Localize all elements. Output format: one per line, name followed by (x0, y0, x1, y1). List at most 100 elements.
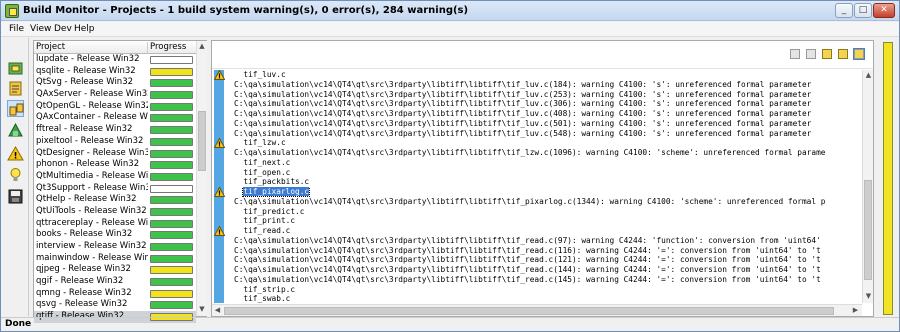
list-item[interactable]: qjpeg - Release Win32 (34, 264, 196, 276)
warning-markers: !!!! (212, 70, 226, 303)
list-item[interactable]: Qt3Support - Release Win32 (34, 183, 196, 195)
list-item[interactable]: qttracereplay - Release Win32 (34, 218, 196, 230)
log-scroll-right[interactable]: ▶ (851, 306, 860, 315)
log-line[interactable]: C:\qa\simulation\vc14\QT4\qt\src\3rdpart… (234, 246, 862, 256)
project-name: qsvg - Release Win32 (36, 299, 128, 310)
list-item[interactable]: qsqlite - Release Win32 (34, 66, 196, 78)
log-line[interactable]: tif_luv.c (234, 70, 862, 80)
filter-selected-icon[interactable] (853, 48, 865, 60)
projects-icon[interactable] (7, 100, 24, 117)
filter-yellow-icon[interactable] (822, 49, 832, 59)
scroll-thumb[interactable] (198, 111, 206, 171)
list-item[interactable]: QAxContainer - Release Win32 (34, 112, 196, 124)
log-hscroll-thumb[interactable] (224, 307, 834, 315)
minimize-button[interactable]: _ (835, 3, 853, 18)
log-line[interactable]: tif_open.c (234, 168, 862, 178)
list-item[interactable]: QtHelp - Release Win32 (34, 194, 196, 206)
svg-text:!: ! (13, 152, 17, 162)
list-item[interactable]: QtDesigner - Release Win32 (34, 148, 196, 160)
log-line[interactable]: tif_packbits.c (234, 177, 862, 187)
log-line[interactable]: tif_predict.c (234, 207, 862, 217)
menu-dev[interactable]: Dev (54, 24, 72, 34)
log-line[interactable]: C:\qa\simulation\vc14\QT4\qt\src\3rdpart… (234, 236, 862, 246)
report-icon[interactable] (7, 80, 24, 97)
warning-icon: ! (214, 70, 225, 80)
svg-text:!: ! (218, 141, 221, 148)
list-item[interactable]: QtOpenGL - Release Win32 (34, 101, 196, 113)
scroll-down-arrow[interactable]: ▼ (198, 305, 206, 314)
log-line[interactable]: tif_next.c (234, 158, 862, 168)
list-item[interactable]: pixeltool - Release Win32 (34, 136, 196, 148)
log-line[interactable]: C:\qa\simulation\vc14\QT4\qt\src\3rdpart… (234, 90, 862, 100)
list-item[interactable]: books - Release Win32 (34, 229, 196, 241)
header-progress[interactable]: Progress (150, 42, 186, 52)
log-scroll-left[interactable]: ◀ (213, 306, 222, 315)
build-icon[interactable] (7, 60, 24, 77)
list-item[interactable]: QtMultimedia - Release Win32 (34, 171, 196, 183)
output-vscrollbar[interactable]: ▲ ▼ (862, 70, 873, 303)
list-item[interactable]: phonon - Release Win32 (34, 159, 196, 171)
selected-log-text[interactable]: tif_pixarlog.c (242, 187, 311, 197)
log-vscroll-thumb[interactable] (864, 180, 872, 280)
list-item[interactable]: QAxServer - Release Win32 (34, 89, 196, 101)
list-item[interactable]: qmng - Release Win32 (34, 288, 196, 300)
project-name: qjpeg - Release Win32 (36, 264, 131, 275)
maximize-button[interactable]: □ (854, 3, 872, 18)
progress-bar (150, 126, 193, 135)
log-scroll-up[interactable]: ▲ (864, 71, 873, 80)
lightbulb-icon[interactable] (7, 166, 24, 183)
output-toolbar (212, 41, 873, 69)
log-line[interactable]: tif_read.c (234, 226, 862, 236)
close-button[interactable]: ✕ (873, 3, 895, 18)
list-item[interactable]: mainwindow - Release Win32 (34, 253, 196, 265)
warning-icon[interactable]: ! (7, 145, 24, 162)
project-name: QtUiTools - Release Win32 (36, 205, 147, 216)
log-line[interactable]: C:\qa\simulation\vc14\QT4\qt\src\3rdpart… (234, 99, 862, 109)
log-line[interactable]: tif_pixarlog.c (234, 187, 862, 197)
filter-gray-icon[interactable] (790, 49, 800, 59)
pyramid-icon[interactable] (7, 122, 24, 139)
log-line[interactable]: C:\qa\simulation\vc14\QT4\qt\src\3rdpart… (234, 275, 862, 285)
log-line[interactable]: C:\qa\simulation\vc14\QT4\qt\src\3rdpart… (234, 119, 862, 129)
list-item[interactable]: qgif - Release Win32 (34, 276, 196, 288)
menu-file[interactable]: File (9, 24, 24, 34)
filter-yellow2-icon[interactable] (838, 49, 848, 59)
log-line[interactable]: tif_swab.c (234, 294, 862, 303)
log-line[interactable]: tif_print.c (234, 216, 862, 226)
log-line[interactable]: tif_lzw.c (234, 138, 862, 148)
list-item[interactable]: QtUiTools - Release Win32 (34, 206, 196, 218)
log-line[interactable]: C:\qa\simulation\vc14\QT4\qt\src\3rdpart… (234, 265, 862, 275)
side-toolbar: ! (1, 38, 29, 316)
list-item[interactable]: fftreal - Release Win32 (34, 124, 196, 136)
header-project[interactable]: Project (36, 42, 148, 54)
list-item[interactable]: lupdate - Release Win32 (34, 54, 196, 66)
project-scrollbar[interactable]: ▲ ▼ (196, 41, 207, 316)
progress-bar (150, 301, 193, 310)
progress-bar (150, 149, 193, 158)
filter-gray2-icon[interactable] (806, 49, 816, 59)
scroll-up-arrow[interactable]: ▲ (198, 42, 206, 51)
output-log[interactable]: tif_luv.c C:\qa\simulation\vc14\QT4\qt\sr… (234, 70, 862, 303)
log-line[interactable]: C:\qa\simulation\vc14\QT4\qt\src\3rdpart… (234, 80, 862, 90)
log-scroll-down[interactable]: ▼ (864, 292, 873, 301)
log-line[interactable]: tif_strip.c (234, 285, 862, 295)
main-window: Build Monitor - Projects - 1 build syste… (0, 0, 900, 332)
project-name: qmng - Release Win32 (36, 287, 132, 298)
log-line[interactable]: C:\qa\simulation\vc14\QT4\qt\src\3rdpart… (234, 197, 862, 207)
log-line[interactable]: C:\qa\simulation\vc14\QT4\qt\src\3rdpart… (234, 148, 862, 158)
project-name: qttracereplay - Release Win32 (36, 217, 148, 228)
project-name: lupdate - Release Win32 (36, 54, 140, 64)
output-hscrollbar[interactable]: ◀ ▶ (212, 304, 862, 316)
log-line[interactable]: C:\qa\simulation\vc14\QT4\qt\src\3rdpart… (234, 109, 862, 119)
log-line[interactable]: C:\qa\simulation\vc14\QT4\qt\src\3rdpart… (234, 129, 862, 139)
list-item[interactable]: QtSvg - Release Win32 (34, 77, 196, 89)
list-item[interactable]: qsvg - Release Win32 (34, 299, 196, 311)
save-icon[interactable] (7, 188, 24, 205)
log-line[interactable]: C:\qa\simulation\vc14\QT4\qt\src\3rdpart… (234, 255, 862, 265)
progress-bar (150, 278, 193, 287)
list-item[interactable]: interview - Release Win32 (34, 241, 196, 253)
menu-help[interactable]: Help (74, 24, 95, 34)
project-list: Project Progress lupdate - Release Win32… (33, 40, 207, 323)
menu-view[interactable]: View (30, 24, 51, 34)
progress-bar (150, 79, 193, 88)
